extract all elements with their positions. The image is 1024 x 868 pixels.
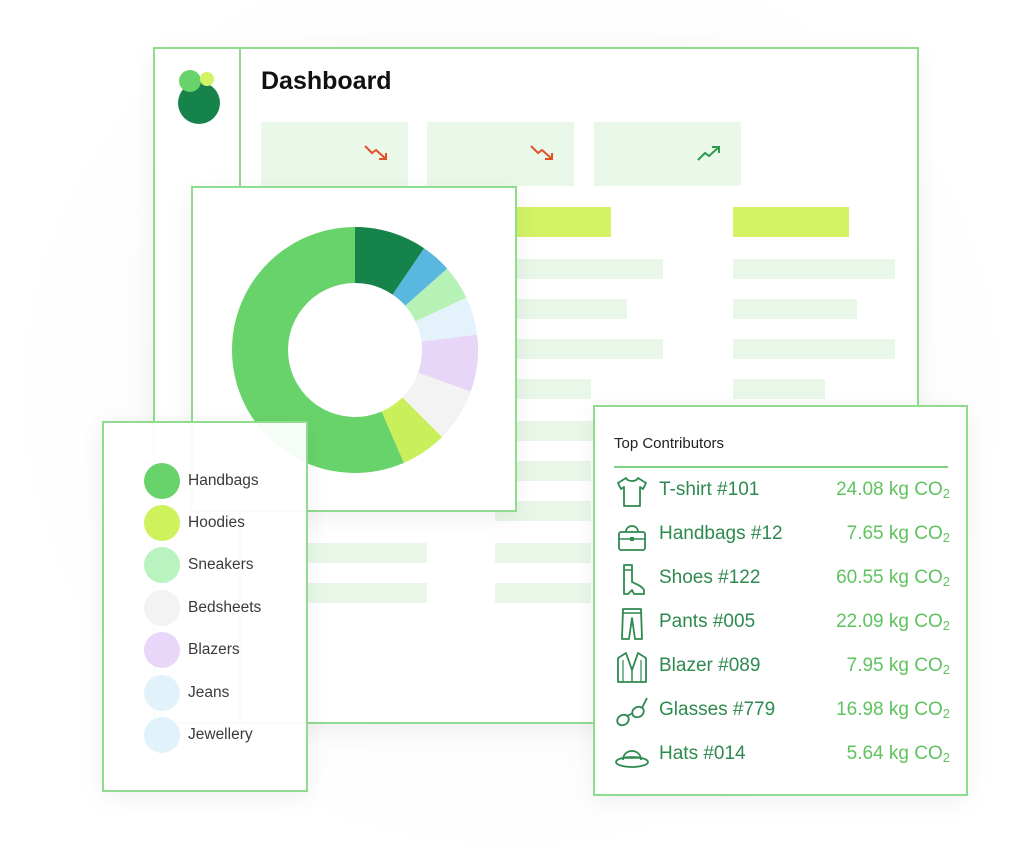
contributor-value: 7.65 kg CO2 [846, 523, 950, 545]
contributor-row[interactable]: Shoes #122 60.55 kg CO2 [614, 562, 950, 598]
skeleton-bar [495, 583, 591, 603]
legend-swatch [144, 547, 180, 583]
contributor-value: 16.98 kg CO2 [836, 699, 950, 721]
skeleton-bar [733, 299, 857, 319]
legend-item[interactable]: Blazers [144, 632, 240, 668]
legend-label: Hoodies [188, 514, 245, 531]
contributor-value: 22.09 kg CO2 [836, 611, 950, 633]
legend-swatch [144, 632, 180, 668]
skeleton-bar [733, 339, 895, 359]
legend-label: Jeans [188, 684, 230, 701]
divider [614, 466, 948, 468]
legend-label: Blazers [188, 641, 240, 658]
contributor-value: 60.55 kg CO2 [836, 567, 950, 589]
legend-item[interactable]: Jewellery [144, 717, 253, 753]
trend-down-icon [364, 145, 387, 160]
contributor-row[interactable]: Handbags #12 7.65 kg CO2 [614, 518, 950, 554]
skeleton-bar [733, 379, 825, 399]
pants-icon [621, 608, 643, 640]
legend-swatch [144, 463, 180, 499]
legend-item[interactable]: Bedsheets [144, 590, 261, 626]
legend-swatch [144, 505, 180, 541]
legend-item[interactable]: Sneakers [144, 547, 253, 583]
legend-panel: Handbags Hoodies Sneakers Bedsheets Blaz… [102, 421, 308, 792]
legend-item[interactable]: Hoodies [144, 505, 245, 541]
handbag-icon [618, 525, 646, 551]
skeleton-bar [305, 543, 427, 563]
trend-down-icon [530, 145, 553, 160]
tshirt-icon [617, 477, 647, 507]
skeleton-bar [305, 583, 427, 603]
skeleton-bar [733, 207, 849, 237]
legend-item[interactable]: Handbags [144, 463, 259, 499]
blazer-icon [617, 652, 647, 683]
contributor-name: Shoes #122 [659, 567, 761, 588]
contributor-name: Blazer #089 [659, 655, 761, 676]
boot-icon [623, 564, 645, 595]
legend-label: Handbags [188, 472, 259, 489]
hat-icon [615, 750, 649, 768]
stat-card[interactable] [594, 122, 741, 186]
contributor-name: Glasses #779 [659, 699, 776, 720]
legend-swatch [144, 590, 180, 626]
contributor-name: Handbags #12 [659, 523, 783, 544]
legend-label: Jewellery [188, 726, 253, 743]
legend-swatch [144, 675, 180, 711]
skeleton-bar [495, 543, 591, 563]
brand-logo-icon [178, 70, 220, 124]
contributor-name: T-shirt #101 [659, 479, 760, 500]
contributor-name: Pants #005 [659, 611, 756, 632]
legend-label: Sneakers [188, 556, 254, 573]
top-contributors-panel: Top Contributors T-shirt #101 24.08 kg C… [593, 405, 968, 796]
contributor-row[interactable]: Glasses #779 16.98 kg CO2 [614, 694, 950, 730]
legend-item[interactable]: Jeans [144, 675, 229, 711]
contributor-row[interactable]: Blazer #089 7.95 kg CO2 [614, 650, 950, 686]
skeleton-bar [495, 259, 663, 279]
stat-card[interactable] [261, 122, 408, 186]
skeleton-bar [733, 259, 895, 279]
page-title: Dashboard [261, 67, 392, 95]
panel-title: Top Contributors [614, 435, 725, 452]
contributor-value: 5.64 kg CO2 [846, 743, 950, 765]
glasses-icon [616, 697, 648, 727]
contributor-row[interactable]: T-shirt #101 24.08 kg CO2 [614, 474, 950, 510]
contributor-row[interactable]: Hats #014 5.64 kg CO2 [614, 738, 950, 774]
legend-swatch [144, 717, 180, 753]
trend-up-icon [697, 146, 720, 161]
skeleton-bar [495, 339, 663, 359]
contributor-value: 24.08 kg CO2 [836, 479, 950, 501]
legend-label: Bedsheets [188, 599, 262, 616]
stat-card[interactable] [427, 122, 574, 186]
contributor-row[interactable]: Pants #005 22.09 kg CO2 [614, 606, 950, 642]
contributor-name: Hats #014 [659, 743, 746, 764]
contributor-value: 7.95 kg CO2 [846, 655, 950, 677]
